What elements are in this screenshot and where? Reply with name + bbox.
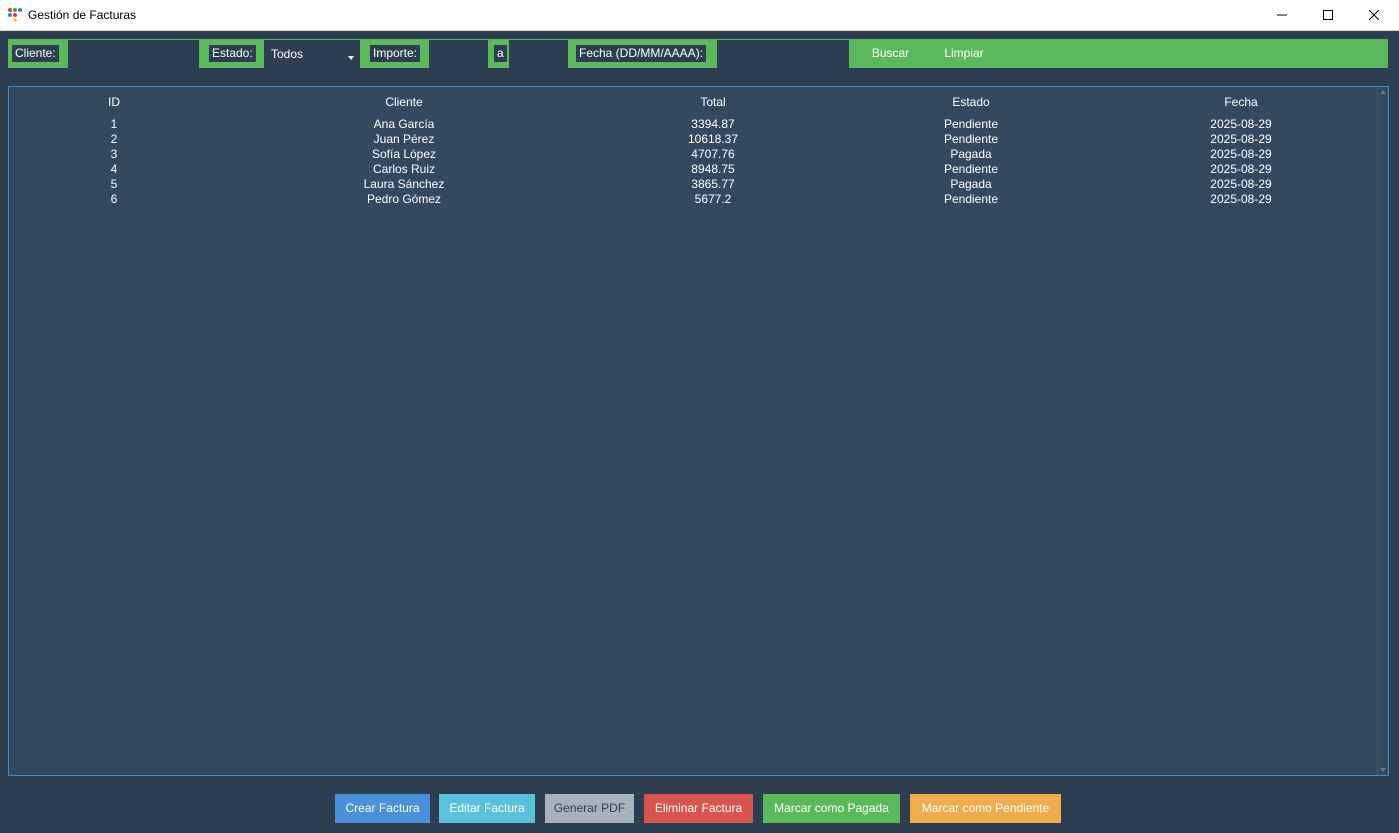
table-row[interactable]: 5 Laura Sánchez 3865.77 Pagada 2025-08-2… <box>9 177 1375 192</box>
cell-fecha: 2025-08-29 <box>1210 177 1272 191</box>
maximize-button[interactable] <box>1305 0 1351 30</box>
fecha-label: Fecha (DD/MM/AAAA): <box>576 45 707 62</box>
cliente-label: Cliente: <box>12 45 59 62</box>
filter-bar: Cliente: Estado: Todos Importe: a Fecha … <box>8 39 1388 68</box>
buscar-button[interactable]: Buscar <box>863 39 918 68</box>
limpiar-button[interactable]: Limpiar <box>935 39 993 68</box>
column-header-fecha[interactable]: Fecha <box>1141 95 1341 110</box>
close-button[interactable] <box>1351 0 1397 30</box>
title-bar: Gestión de Facturas <box>0 0 1399 31</box>
crear-factura-button[interactable]: Crear Factura <box>335 794 430 823</box>
importe-separator: a <box>494 45 507 62</box>
importe-min-input[interactable] <box>429 40 488 68</box>
cell-cliente: Laura Sánchez <box>363 177 445 191</box>
close-icon <box>1369 10 1379 20</box>
cell-cliente: Carlos Ruiz <box>372 162 435 176</box>
table-row[interactable]: 6 Pedro Gómez 5677.2 Pendiente 2025-08-2… <box>9 192 1375 207</box>
cell-total: 10618.37 <box>687 132 739 146</box>
cliente-input[interactable] <box>68 40 199 68</box>
cell-cliente: Ana García <box>373 117 435 131</box>
cell-id: 5 <box>110 177 118 191</box>
vertical-scrollbar[interactable] <box>1377 87 1388 775</box>
generar-pdf-button[interactable]: Generar PDF <box>545 794 634 823</box>
cell-estado: Pagada <box>950 147 992 161</box>
importe-label: Importe: <box>370 45 421 62</box>
column-header-id[interactable]: ID <box>64 95 164 110</box>
table-row[interactable]: 1 Ana García 3394.87 Pendiente 2025-08-2… <box>9 117 1375 132</box>
eliminar-factura-button[interactable]: Eliminar Factura <box>644 794 753 823</box>
minimize-button[interactable] <box>1259 0 1305 30</box>
minimize-icon <box>1277 14 1287 16</box>
cell-total: 8948.75 <box>691 162 735 176</box>
editar-factura-button[interactable]: Editar Factura <box>439 794 535 823</box>
fecha-input[interactable] <box>717 40 849 68</box>
table-row[interactable]: 3 Sofía López 4707.76 Pagada 2025-08-29 <box>9 147 1375 162</box>
cell-estado: Pagada <box>950 177 992 191</box>
estado-label: Estado: <box>209 45 256 62</box>
marcar-pagada-button[interactable]: Marcar como Pagada <box>763 794 900 823</box>
estado-select-value: Todos <box>271 47 304 61</box>
app-icon <box>8 8 22 22</box>
cell-fecha: 2025-08-29 <box>1210 132 1272 146</box>
column-header-total[interactable]: Total <box>613 95 813 110</box>
invoice-table-body: ID Cliente Total Estado Fecha 1 Ana Garc… <box>9 87 1375 207</box>
cell-id: 6 <box>110 192 118 206</box>
cell-cliente: Pedro Gómez <box>366 192 442 206</box>
cell-fecha: 2025-08-29 <box>1210 162 1272 176</box>
cell-id: 1 <box>110 117 118 131</box>
cell-cliente: Juan Pérez <box>373 132 435 146</box>
cell-estado: Pendiente <box>943 162 999 176</box>
marcar-pendiente-button[interactable]: Marcar como Pendiente <box>910 794 1061 823</box>
cell-fecha: 2025-08-29 <box>1210 192 1272 206</box>
cell-estado: Pendiente <box>943 132 999 146</box>
cell-id: 2 <box>110 132 118 146</box>
maximize-icon <box>1323 10 1333 20</box>
estado-select[interactable]: Todos <box>264 40 360 68</box>
column-header-cliente[interactable]: Cliente <box>304 95 504 110</box>
invoice-table[interactable]: ID Cliente Total Estado Fecha 1 Ana Garc… <box>8 86 1389 776</box>
cell-estado: Pendiente <box>943 117 999 131</box>
cell-id: 3 <box>110 147 118 161</box>
cell-total: 5677.2 <box>694 192 732 206</box>
table-row[interactable]: 2 Juan Pérez 10618.37 Pendiente 2025-08-… <box>9 132 1375 147</box>
importe-max-input[interactable] <box>509 40 568 68</box>
cell-fecha: 2025-08-29 <box>1210 117 1272 131</box>
cell-total: 3394.87 <box>691 117 735 131</box>
chevron-down-icon <box>348 56 354 60</box>
cell-total: 3865.77 <box>691 177 735 191</box>
window-title: Gestión de Facturas <box>28 8 137 22</box>
cell-cliente: Sofía López <box>371 147 437 161</box>
scroll-down-icon[interactable] <box>1380 768 1386 772</box>
cell-estado: Pendiente <box>943 192 999 206</box>
column-header-estado[interactable]: Estado <box>871 95 1071 110</box>
cell-total: 4707.76 <box>691 147 735 161</box>
table-header: ID Cliente Total Estado Fecha <box>9 95 1375 112</box>
scroll-up-icon[interactable] <box>1380 90 1386 94</box>
cell-fecha: 2025-08-29 <box>1210 147 1272 161</box>
table-row[interactable]: 4 Carlos Ruiz 8948.75 Pendiente 2025-08-… <box>9 162 1375 177</box>
cell-id: 4 <box>110 162 118 176</box>
